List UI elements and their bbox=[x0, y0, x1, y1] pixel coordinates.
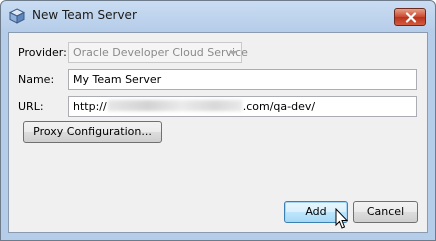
provider-label: Provider: bbox=[18, 46, 67, 59]
name-label: Name: bbox=[18, 73, 55, 86]
url-suffix: .com/qa-dev/ bbox=[242, 100, 316, 113]
mouse-pointer-icon bbox=[335, 208, 348, 229]
redacted-host bbox=[107, 100, 242, 111]
provider-value: Oracle Developer Cloud Service bbox=[73, 46, 248, 59]
title-bar[interactable]: New Team Server bbox=[1, 1, 435, 31]
url-field[interactable]: http:// .com/qa-dev/ bbox=[68, 96, 417, 117]
chevron-down-icon bbox=[229, 51, 237, 55]
url-prefix: http:// bbox=[73, 100, 107, 113]
url-value: http:// .com/qa-dev/ bbox=[73, 100, 315, 113]
window-title: New Team Server bbox=[32, 8, 137, 22]
name-value: My Team Server bbox=[73, 73, 162, 86]
cancel-button[interactable]: Cancel bbox=[353, 201, 418, 223]
close-icon bbox=[405, 12, 417, 23]
url-label: URL: bbox=[18, 100, 44, 113]
cube-icon bbox=[9, 8, 25, 24]
dialog-window: New Team Server Provider: Oracle Develop… bbox=[0, 0, 436, 241]
dialog-content: Provider: Oracle Developer Cloud Service… bbox=[8, 32, 428, 233]
name-field[interactable]: My Team Server bbox=[68, 69, 417, 90]
close-button[interactable] bbox=[394, 8, 426, 26]
provider-select[interactable]: Oracle Developer Cloud Service bbox=[68, 42, 248, 63]
proxy-configuration-button[interactable]: Proxy Configuration... bbox=[23, 121, 162, 143]
